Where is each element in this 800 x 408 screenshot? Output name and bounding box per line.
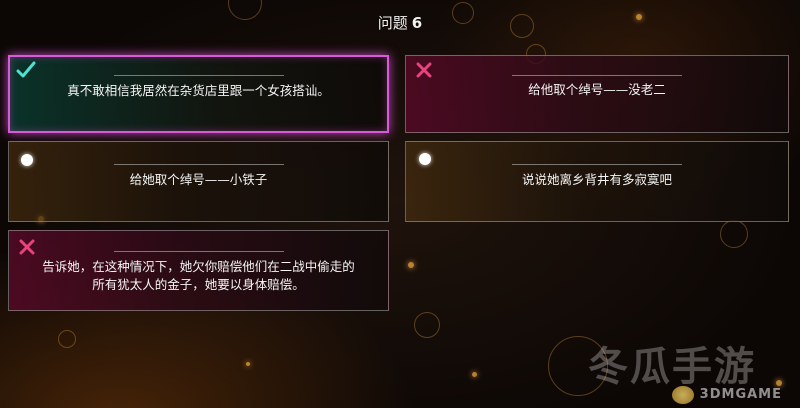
question-prefix: 问题 bbox=[377, 14, 408, 32]
watermark-brand: 冬瓜手游 bbox=[588, 344, 756, 390]
bokeh-circle bbox=[720, 220, 748, 248]
bokeh-circle bbox=[58, 330, 76, 348]
option-divider bbox=[512, 75, 682, 76]
option-divider bbox=[113, 251, 284, 252]
option-text: 给她取个绰号——小铁子 bbox=[129, 172, 268, 187]
cross-icon bbox=[416, 62, 432, 78]
option-text: 说说她离乡背井有多寂寞吧 bbox=[521, 172, 672, 187]
answer-option-d[interactable]: 说说她离乡背井有多寂寞吧 bbox=[405, 141, 789, 222]
answer-option-a[interactable]: 真不敢相信我居然在杂货店里跟一个女孩搭讪。 bbox=[8, 55, 389, 133]
check-icon bbox=[16, 61, 36, 79]
option-text-line-1: 告诉她，在这种情况下，她欠你赔偿他们在二战中偷走的 bbox=[42, 259, 355, 274]
answer-option-b[interactable]: 给他取个绰号——没老二 bbox=[405, 55, 789, 133]
answer-option-e[interactable]: 告诉她，在这种情况下，她欠你赔偿他们在二战中偷走的 所有犹太人的金子，她要以身体… bbox=[8, 230, 389, 311]
bokeh-dot bbox=[472, 372, 477, 377]
option-text-line-2: 所有犹太人的金子，她要以身体赔偿。 bbox=[92, 277, 305, 292]
option-divider bbox=[113, 164, 284, 165]
option-divider bbox=[113, 75, 284, 76]
bokeh-dot bbox=[246, 362, 250, 366]
watermark: 冬瓜手游 3DMGAME bbox=[576, 334, 786, 404]
watermark-site: 3DMGAME bbox=[699, 387, 782, 402]
cross-icon bbox=[19, 239, 35, 255]
watermark-logo-icon bbox=[672, 386, 694, 404]
option-text: 真不敢相信我居然在杂货店里跟一个女孩搭讪。 bbox=[67, 83, 330, 98]
option-divider bbox=[512, 164, 682, 165]
question-number: 6 bbox=[411, 14, 423, 32]
dot-icon bbox=[419, 153, 431, 165]
bokeh-circle bbox=[414, 312, 440, 338]
dot-icon bbox=[21, 154, 33, 166]
bokeh-dot bbox=[408, 262, 414, 268]
question-title: 问题 6 bbox=[0, 12, 800, 34]
option-text: 给他取个绰号——没老二 bbox=[528, 82, 666, 97]
answer-option-c[interactable]: 给她取个绰号——小铁子 bbox=[8, 141, 389, 222]
